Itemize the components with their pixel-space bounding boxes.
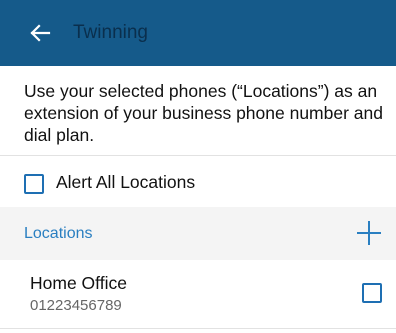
plus-icon <box>357 221 381 245</box>
intro-description: Use your selected phones (“Locations”) a… <box>24 81 383 145</box>
back-button[interactable] <box>29 22 51 44</box>
alert-all-row[interactable]: Alert All Locations <box>0 157 396 205</box>
location-number: 01223456789 <box>30 297 122 314</box>
divider <box>0 328 396 329</box>
twinning-screen: Twinning Use your selected phones (“Loca… <box>0 0 396 333</box>
page-title: Twinning <box>73 22 148 43</box>
locations-section-title: Locations <box>24 225 93 242</box>
alert-all-label: Alert All Locations <box>56 172 196 192</box>
add-location-button[interactable] <box>356 220 382 246</box>
location-name: Home Office <box>30 273 127 293</box>
divider <box>0 155 396 156</box>
locations-section-header: Locations <box>0 207 396 260</box>
list-item-location[interactable]: Home Office 01223456789 <box>0 262 396 326</box>
app-bar: Twinning <box>0 0 396 66</box>
arrow-left-icon <box>30 24 51 42</box>
alert-all-checkbox[interactable] <box>24 174 44 194</box>
location-checkbox[interactable] <box>362 283 382 303</box>
